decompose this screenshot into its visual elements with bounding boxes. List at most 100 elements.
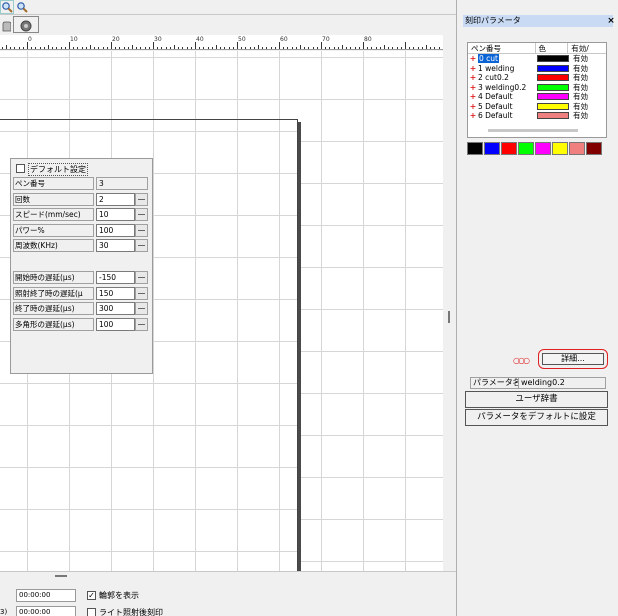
light-engrave-checkbox[interactable] [87, 608, 96, 616]
ruler-tick [434, 47, 436, 49]
vertical-scroll-track[interactable] [443, 35, 456, 571]
ruler-tick [232, 47, 234, 49]
pen-color-swatch[interactable] [537, 83, 569, 91]
pen-name-label: 4 Default [478, 92, 513, 102]
palette-color[interactable] [501, 142, 517, 155]
ruler-tick [178, 47, 180, 49]
ruler-tick [195, 42, 196, 49]
ruler-tick [316, 47, 318, 49]
default-setting-checkbox[interactable] [16, 164, 25, 173]
pen-marker-icon: + [469, 63, 477, 73]
ruler-tick [69, 42, 70, 49]
show-outline-checkbox[interactable]: ✓ [87, 591, 96, 600]
ruler-tick [308, 47, 310, 49]
param-spinner[interactable] [135, 318, 148, 331]
horizontal-scroll-thumb[interactable] [55, 575, 67, 577]
ruler-tick [379, 47, 381, 49]
ruler-tick [350, 47, 352, 49]
detail-button[interactable]: 詳細... [542, 353, 604, 365]
ruler-tick [224, 47, 226, 49]
ruler-tick [258, 45, 259, 49]
ruler-label: 50 [238, 36, 246, 43]
ruler-tick [85, 47, 87, 49]
param-row: ペン番号 3 [13, 177, 151, 190]
pen-name-label: 1 welding [478, 63, 515, 73]
splitter-handle[interactable] [448, 311, 450, 323]
param-label: スピード(mm/sec) [13, 208, 94, 221]
ruler-tick [6, 45, 7, 49]
param-row: パワー% 100 [13, 224, 151, 237]
time-field-2: 00:00:00 [16, 606, 76, 616]
zoom-in-icon[interactable] [0, 0, 14, 14]
pen-table-scrollbar[interactable] [488, 129, 578, 132]
ruler-tick [119, 47, 121, 49]
status-fragment: 3) [0, 608, 8, 616]
param-input[interactable]: 100 [96, 318, 135, 331]
gear-icon[interactable] [13, 16, 39, 33]
header-enabled[interactable]: 有効/ [568, 43, 606, 53]
param-label: パワー% [13, 224, 94, 237]
param-spinner[interactable] [135, 239, 148, 252]
pen-color-swatch[interactable] [537, 55, 569, 63]
param-input[interactable]: 2 [96, 193, 135, 206]
ruler-tick [161, 47, 163, 49]
ruler-label: 10 [70, 36, 78, 43]
param-spinner[interactable] [135, 224, 148, 237]
palette-color[interactable] [484, 142, 500, 155]
palette-color[interactable] [569, 142, 585, 155]
palette-color[interactable] [552, 142, 568, 155]
pen-color-swatch[interactable] [537, 102, 569, 110]
ruler-tick [165, 47, 167, 49]
user-dictionary-button[interactable]: ユーザ辞書 [465, 391, 608, 408]
param-row: スピード(mm/sec) 10 [13, 208, 151, 221]
header-pen-number[interactable]: ペン番号 [468, 43, 536, 53]
detail-button-highlight: 詳細... [538, 349, 608, 369]
palette-color[interactable] [467, 142, 483, 155]
palette-color[interactable] [535, 142, 551, 155]
ruler-tick [169, 47, 171, 49]
param-input[interactable]: 300 [96, 302, 135, 315]
param-input[interactable]: 100 [96, 224, 135, 237]
pen-enabled[interactable]: 有効 [573, 110, 588, 121]
hand-icon[interactable] [0, 16, 12, 33]
zoom-out-icon[interactable] [15, 0, 29, 14]
param-input[interactable]: -150 [96, 271, 135, 284]
param-input[interactable]: 150 [96, 287, 135, 300]
pen-color-swatch[interactable] [537, 93, 569, 101]
default-setting-label: デフォルト設定 [28, 163, 88, 176]
palette-color[interactable] [586, 142, 602, 155]
ruler-tick [31, 47, 33, 49]
param-input[interactable]: 10 [96, 208, 135, 221]
ruler-tick [426, 45, 427, 49]
param-label: ペン番号 [13, 177, 94, 190]
param-label: 開始時の遅延(μs) [13, 271, 94, 284]
pen-color-swatch[interactable] [537, 64, 569, 72]
ruler-tick [90, 45, 91, 49]
header-color[interactable]: 色 [536, 43, 569, 53]
ruler-tick [27, 42, 28, 49]
set-default-button[interactable]: パラメータをデフォルトに設定 [465, 409, 608, 426]
pen-color-swatch[interactable] [537, 74, 569, 82]
ruler-tick [417, 47, 419, 49]
parameter-group: デフォルト設定 ペン番号 3 回数 2 スピード(mm/sec) 10 パワー% 100 周波数… [10, 158, 153, 374]
ruler-tick [266, 47, 268, 49]
param-name-label: パラメータ名 [470, 377, 524, 389]
ruler-tick [400, 47, 402, 49]
ruler-tick [35, 47, 37, 49]
pen-row[interactable]: +6 Default 有効 [468, 111, 606, 121]
param-input[interactable]: 30 [96, 239, 135, 252]
param-spinner[interactable] [135, 302, 148, 315]
ruler-tick [291, 47, 293, 49]
param-spinner[interactable] [135, 287, 148, 300]
ruler-tick [136, 47, 138, 49]
param-spinner[interactable] [135, 208, 148, 221]
param-spinner[interactable] [135, 193, 148, 206]
status-bar: 3) 00:00:00 00:00:00 ✓ 輪郭を表示 ライト照射後刻印 [0, 571, 456, 616]
palette-color[interactable] [518, 142, 534, 155]
pen-name: +2 cut0.2 [468, 73, 535, 82]
ruler-tick [18, 47, 20, 49]
ruler-label: 60 [280, 36, 288, 43]
close-icon[interactable]: × [606, 15, 616, 27]
pen-color-swatch[interactable] [537, 112, 569, 120]
param-spinner[interactable] [135, 271, 148, 284]
